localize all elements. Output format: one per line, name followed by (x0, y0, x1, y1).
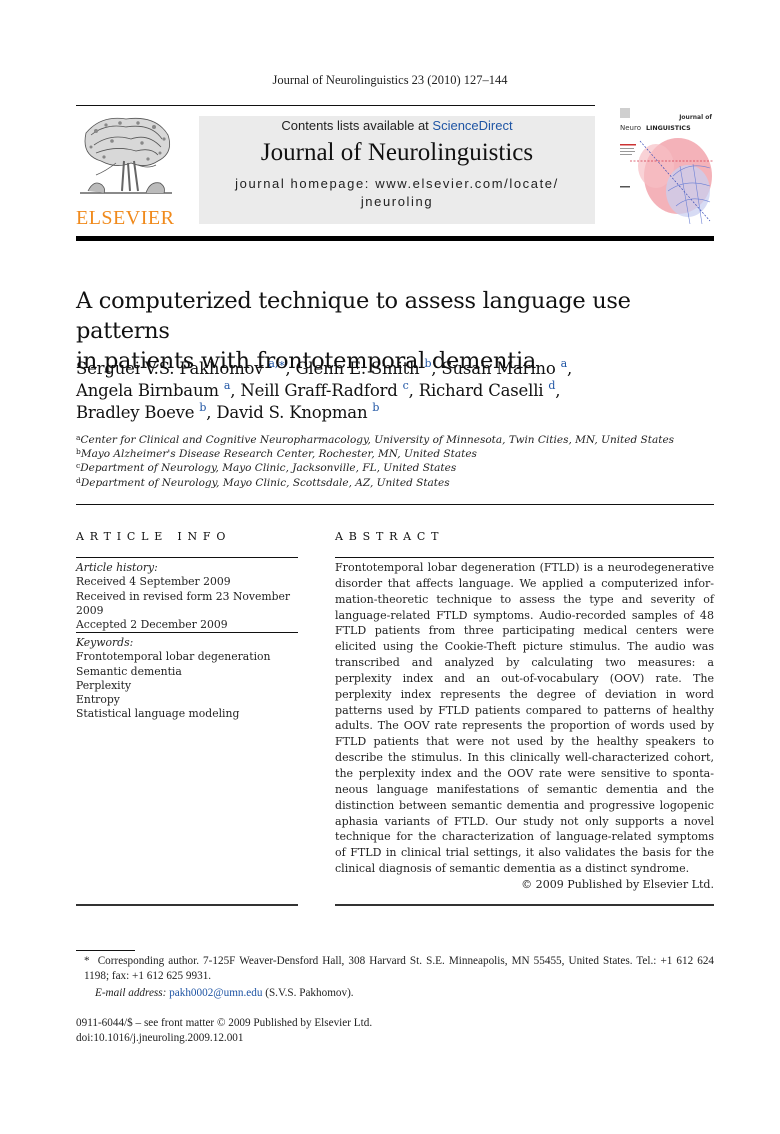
email-line: E-mail address: pakh0002@umn.edu (S.V.S.… (76, 986, 714, 1001)
author-sep: , (408, 381, 419, 400)
affiliation: dDepartment of Neurology, Mayo Clinic, S… (76, 476, 726, 490)
affiliation: bMayo Alzheimer's Disease Research Cente… (76, 447, 726, 461)
keywords-label: Keywords: (76, 636, 134, 649)
history-item: Received 4 September 2009 (76, 575, 231, 589)
affiliation-text: Mayo Alzheimer's Disease Research Center… (80, 448, 477, 461)
elsevier-tree-icon (80, 117, 172, 194)
affiliation-text: Center for Clinical and Cognitive Neurop… (80, 434, 675, 446)
footnote-marker: * (84, 955, 90, 967)
article-info-heading: ARTICLE INFO (76, 530, 232, 543)
affiliation-text: Department of Neurology, Mayo Clinic, Ja… (80, 462, 457, 475)
header-rule (76, 105, 595, 106)
history-item: Accepted 2 December 2009 (76, 618, 228, 632)
elsevier-wordmark: ELSEVIER (76, 207, 175, 229)
homepage-label: journal homepage: www.elsevier.com/locat… (235, 176, 559, 191)
author-name: David S. Knopman (216, 403, 368, 422)
affiliation: aCenter for Clinical and Cognitive Neuro… (76, 433, 726, 447)
email-owner: (S.V.S. Pakhomov). (265, 987, 354, 999)
abstract-body: Frontotemporal lobar degeneration (FTLD)… (335, 560, 714, 893)
journal-cover-image: Journal of Neuro LINGUISTICS (618, 106, 714, 226)
author-sep: , (285, 359, 296, 378)
abstract-text: Frontotemporal lobar degeneration (FTLD)… (335, 561, 714, 876)
history-label: Article history: (76, 561, 158, 574)
author[interactable]: David S. Knopman b (216, 401, 379, 422)
author[interactable]: Bradley Boeve b (76, 402, 206, 422)
email-link[interactable]: pakh0002@umn.edu (169, 987, 262, 999)
keyword: Semantic dementia (76, 664, 182, 678)
article-info-rule (76, 557, 298, 558)
journal-masthead: Contents lists available at ScienceDirec… (199, 116, 595, 224)
author-name: Serguei V.S. Pakhomov (76, 359, 264, 378)
author-name: Neill Graff-Radford (240, 381, 398, 400)
abstract-bottom-rule (335, 904, 714, 906)
author-sep: , (431, 359, 442, 378)
cover-journal-of: Journal of (678, 114, 712, 121)
author-name: Angela Birnbaum (76, 381, 219, 400)
keywords: Keywords: Frontotemporal lobar degenerat… (76, 636, 306, 722)
author-name: Susan Marino (441, 359, 556, 378)
author-sep: , (206, 403, 217, 422)
history-item: Received in revised form 23 November 200… (76, 589, 291, 617)
article-info-bottom-rule (76, 904, 298, 906)
keywords-rule (76, 632, 298, 633)
author-list: Serguei V.S. Pakhomov a,∗, Glenn E. Smit… (76, 358, 726, 424)
contents-prefix: Contents lists available at (281, 118, 433, 133)
affiliation: cDepartment of Neurology, Mayo Clinic, J… (76, 461, 726, 475)
footnote-text: Corresponding author. 7-125F Weaver-Dens… (84, 955, 715, 982)
section-rule (76, 504, 714, 505)
author-name: Glenn E. Smith (295, 359, 420, 378)
homepage-suffix: jneuroling (360, 194, 434, 209)
author-name: Bradley Boeve (76, 403, 195, 422)
author[interactable]: Susan Marino a (441, 358, 567, 378)
cover-neuro: Neuro (620, 124, 641, 132)
author[interactable]: Glenn E. Smith b (295, 358, 431, 378)
author[interactable]: Richard Caselli d (418, 380, 556, 400)
journal-homepage[interactable]: journal homepage: www.elsevier.com/locat… (199, 175, 595, 211)
affiliations: aCenter for Clinical and Cognitive Neuro… (76, 433, 726, 490)
author[interactable]: Serguei V.S. Pakhomov a,∗ (76, 357, 286, 378)
cover-linguistics: LINGUISTICS (646, 125, 691, 132)
title-line-1: A computerized technique to assess langu… (76, 288, 631, 344)
author-sep: , (555, 381, 561, 400)
masthead-thick-rule (76, 236, 714, 241)
author[interactable]: Angela Birnbaum a (76, 380, 230, 400)
journal-cover-thumbnail[interactable]: Journal of Neuro LINGUISTICS (618, 106, 714, 226)
keyword: Frontotemporal lobar degeneration (76, 650, 271, 664)
journal-title: Journal of Neurolinguistics (260, 139, 534, 166)
author[interactable]: Neill Graff-Radford c (240, 380, 408, 400)
author-name: Richard Caselli (418, 381, 544, 400)
article-history: Article history: Received 4 September 20… (76, 561, 306, 632)
keyword: Entropy (76, 693, 120, 707)
abstract-heading: ABSTRACT (335, 530, 445, 543)
author-sep: , (230, 381, 241, 400)
abstract-copyright: © 2009 Published by Elsevier Ltd. (521, 877, 714, 891)
author-sep: , (566, 359, 573, 378)
elsevier-logo[interactable]: ELSEVIER (76, 113, 176, 229)
doi[interactable]: doi:10.1016/j.jneuroling.2009.12.001 (76, 1031, 372, 1046)
footnote-body: * Corresponding author. 7-125F Weaver-De… (76, 954, 714, 984)
running-head: Journal of Neurolinguistics 23 (2010) 12… (272, 73, 508, 87)
contents-line: Contents lists available at ScienceDirec… (199, 118, 595, 133)
footnote-rule (76, 950, 135, 951)
abstract-rule (335, 557, 714, 558)
author-affil-sup[interactable]: a,∗ (268, 357, 285, 370)
keyword: Statistical language modeling (76, 707, 240, 721)
email-label: E-mail address: (95, 987, 167, 999)
affiliation-text: Department of Neurology, Mayo Clinic, Sc… (80, 476, 450, 489)
keyword: Perplexity (76, 678, 132, 692)
sciencedirect-link[interactable]: ScienceDirect (432, 118, 512, 133)
front-matter: 0911-6044/$ – see front matter © 2009 Pu… (76, 1016, 372, 1046)
corresponding-author-footnote: * Corresponding author. 7-125F Weaver-De… (76, 954, 714, 1001)
author-affil-sup[interactable]: b (372, 401, 379, 414)
issn-line: 0911-6044/$ – see front matter © 2009 Pu… (76, 1017, 373, 1029)
